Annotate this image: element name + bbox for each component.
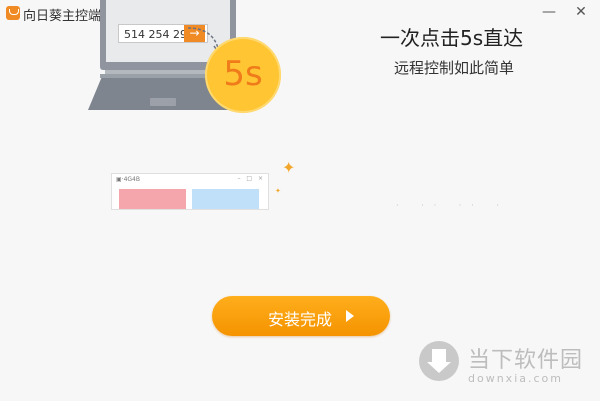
mini-card-pink: [119, 189, 186, 209]
install-finish-button[interactable]: 安装完成: [212, 296, 390, 336]
mini-window-title: ▣·4G4B: [116, 176, 140, 183]
sparkle-icon: ✦: [282, 158, 296, 177]
mini-window-controls: – □ ×: [237, 175, 265, 182]
coin-label: 5s: [223, 54, 263, 94]
minimize-button[interactable]: —: [534, 0, 564, 26]
mini-window-preview: ▣·4G4B – □ ×: [111, 173, 269, 210]
download-arrow-head: [427, 362, 451, 373]
close-button[interactable]: ✕: [566, 0, 596, 26]
app-icon: [6, 6, 20, 20]
subline: 远程控制如此简单: [394, 59, 515, 77]
install-finish-label: 安装完成: [268, 310, 333, 329]
download-arrow-shaft: [432, 349, 446, 363]
headline: 一次点击5s直达: [380, 26, 524, 50]
installer-window: 向日葵主控端安装向导 — ✕ 514 254 291 → 5s 一次点击5s直达…: [0, 0, 600, 401]
timer-coin: 5s: [205, 37, 281, 113]
download-icon: [419, 341, 459, 381]
mini-card-blue: [192, 189, 259, 209]
watermark-title: 当下软件园: [468, 348, 584, 373]
laptop-touchpad: [150, 98, 176, 106]
play-arrow-icon: [346, 310, 354, 322]
decorative-dots: · ·· ·· ·: [396, 201, 509, 210]
watermark-url: downxia.com: [468, 372, 563, 385]
sparkle-icon: ✦: [275, 187, 281, 195]
